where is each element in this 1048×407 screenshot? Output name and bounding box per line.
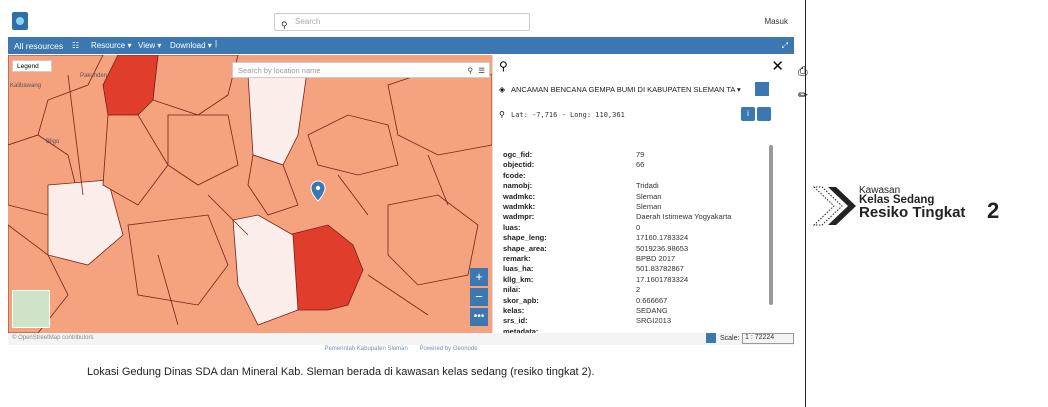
location-search-input[interactable]: Search by location name ⚲ ☰ (232, 62, 490, 78)
pin-icon: ⚲ (499, 110, 505, 119)
attr-key: kelas: (503, 306, 525, 315)
resource-menu[interactable]: Resource ▾ (91, 41, 131, 50)
status-bar: © OpenStreetMap contributors Scale: 1 : … (8, 333, 794, 345)
fullscreen-icon[interactable]: ⤢ (782, 41, 788, 51)
attr-value: Sleman (636, 191, 662, 201)
divider: | (215, 39, 218, 48)
attr-value: 0 (636, 222, 641, 232)
zoom-out-button[interactable]: − (470, 288, 488, 306)
login-link[interactable]: Masuk (764, 17, 788, 26)
attr-key: luas_ha: (503, 264, 534, 274)
attr-key: fcode: (503, 170, 526, 180)
map-view[interactable]: Legend Search by location name ⚲ ☰ Pakun… (8, 55, 492, 333)
map-label-bligo: Bligo (46, 139, 60, 145)
search-icon[interactable]: ⚲ (468, 63, 474, 78)
search-placeholder: Search (295, 17, 321, 26)
location-placeholder: Search by location name (238, 66, 321, 75)
attr-value: SEDANG (636, 306, 668, 315)
scale-select[interactable]: 1 : 72224 (742, 333, 794, 344)
settings-icon[interactable] (757, 107, 771, 121)
divider-line (805, 0, 806, 407)
attr-value: 501.83782867 (636, 264, 684, 274)
badge-line3: Resiko Tingkat (859, 204, 966, 221)
attr-value: 0.666667 (636, 295, 668, 305)
layers-icon: ◈ (499, 85, 506, 94)
map-label-pakunden: Pakunden (80, 73, 108, 79)
attr-value: 17160.1783324 (636, 233, 689, 243)
map-label-kalibawang: Kalibawang (10, 83, 42, 89)
attr-key: shape_area: (503, 243, 547, 253)
attr-value: 79 (636, 150, 645, 159)
attr-value: Daerah Istimewa Yogyakarta (636, 212, 732, 222)
top-bar: ⚲ Search Masuk (8, 8, 794, 36)
attr-key: namobj: (503, 181, 533, 191)
footer-link-geonode[interactable]: Powered by Geonode (420, 346, 478, 352)
attr-key: kllg_km: (503, 274, 534, 284)
attr-key: objectid: (503, 160, 535, 170)
map-polygons (8, 55, 492, 333)
attr-value: BPBD 2017 (636, 254, 676, 263)
geonode-window: ⚲ Search Masuk All resources ☷ Resource … (8, 8, 808, 358)
location-pin-icon (310, 180, 326, 202)
scrollbar[interactable] (769, 145, 773, 305)
search-icon: ⚲ (281, 20, 288, 30)
attr-key: skor_apb: (503, 295, 539, 305)
identify-panel: ⚲ ✕ ◈ ANCAMAN BENCANA GEMPA BUMI DI KABU… (492, 55, 794, 336)
footer-links: Pemerintah Kabupaten Sleman Powered by G… (8, 346, 794, 358)
attr-key: remark: (503, 254, 531, 263)
ruler-icon[interactable]: ✏ (798, 88, 808, 102)
scale-icon[interactable] (706, 333, 716, 343)
all-resources-link[interactable]: All resources (14, 41, 63, 51)
attr-key: ogc_fid: (503, 150, 533, 159)
basemap-thumbnail[interactable] (12, 290, 50, 328)
view-menu[interactable]: View ▾ (138, 41, 161, 50)
attr-key: nilai: (503, 285, 521, 295)
attr-value: Tridadi (636, 181, 659, 191)
zoom-in-button[interactable]: + (470, 268, 488, 286)
scale-label: Scale: (720, 335, 740, 342)
print-icon[interactable]: ⎙ (798, 64, 808, 79)
nav-bar: All resources ☷ Resource ▾ View ▾ Downlo… (8, 37, 794, 54)
attr-value: 17.1601783324 (636, 274, 689, 284)
menu-icon[interactable]: ☰ (478, 63, 485, 78)
attr-value: Sleman (636, 202, 662, 211)
legend-button[interactable]: Legend (12, 60, 52, 72)
attr-key: srs_id: (503, 316, 528, 326)
attr-key: luas: (503, 222, 521, 232)
attr-key: wadmpr: (503, 212, 535, 222)
info-icon[interactable]: i (741, 107, 755, 121)
marker-icon: ⚲ (499, 59, 508, 73)
attr-key: wadmkk: (503, 202, 536, 211)
attr-value: 2 (636, 285, 641, 295)
attr-key: wadmkc: (503, 191, 536, 201)
download-menu[interactable]: Download ▾ (170, 41, 212, 50)
legend-label: Legend (17, 63, 39, 70)
footer-link-pemkab[interactable]: Pemerintah Kabupaten Sleman (324, 346, 407, 352)
search-input[interactable]: ⚲ Search (274, 13, 530, 31)
attr-value: SRGI2013 (636, 316, 672, 326)
caption-text: Lokasi Gedung Dinas SDA dan Mineral Kab.… (87, 366, 595, 378)
layer-info-button[interactable] (755, 82, 769, 96)
attr-key: shape_leng: (503, 233, 547, 243)
badge-number: 2 (987, 198, 1000, 223)
database-icon[interactable]: ☷ (72, 41, 79, 50)
attr-value: 5019236.98653 (636, 243, 689, 253)
more-options-button[interactable]: ••• (470, 308, 488, 326)
layer-select[interactable]: ANCAMAN BENCANA GEMPA BUMI DI KABUPATEN … (511, 85, 751, 94)
attr-value: 66 (636, 160, 645, 170)
app-logo[interactable] (12, 12, 28, 30)
attribution: © OpenStreetMap contributors (12, 335, 94, 341)
coords-readout: Lat: -7,716 - Long: 110,361 (511, 111, 625, 119)
risk-badge: Kawasan Kelas Sedang Resiko Tingkat 2 (812, 185, 999, 232)
chevron-right-icon (812, 186, 856, 226)
close-icon[interactable]: ✕ (771, 57, 784, 75)
